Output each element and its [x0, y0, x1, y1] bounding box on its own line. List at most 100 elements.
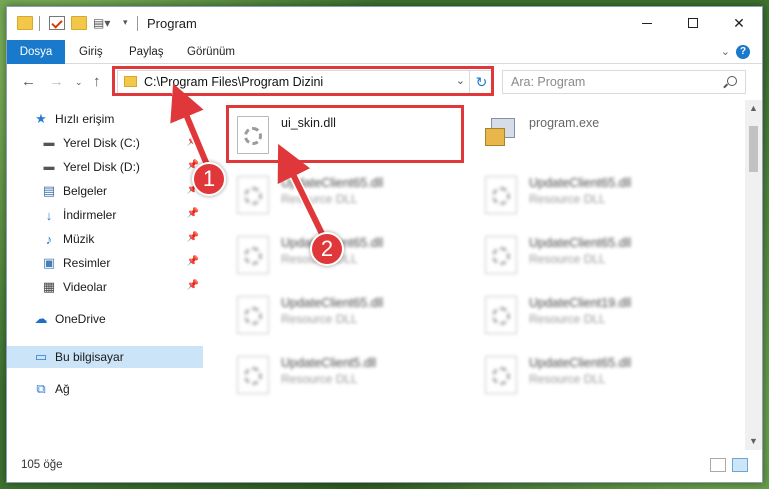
new-folder-icon[interactable]: [71, 16, 87, 30]
file-name: UpdateClient65.dll: [529, 176, 632, 190]
file-name: UpdateClient5.dll: [281, 356, 377, 370]
minimize-button[interactable]: [624, 7, 670, 39]
customize-toolbar-chevron-icon[interactable]: ▾: [123, 17, 128, 28]
sidebar-item-quick-access[interactable]: ★ Hızlı erişim: [7, 108, 203, 130]
download-icon: ↓: [45, 207, 53, 223]
sidebar-item-this-pc[interactable]: ▭ Bu bilgisayar: [7, 346, 203, 368]
forward-arrow-icon[interactable]: →: [49, 73, 64, 90]
dll-file-icon: [237, 236, 269, 274]
gear-icon: [244, 367, 262, 385]
quick-access-toolbar-icon[interactable]: ▤▾: [93, 16, 110, 30]
file-item[interactable]: UpdateClient65.dll Resource DLL: [479, 228, 715, 282]
large-icons-view-icon[interactable]: [732, 458, 748, 472]
scroll-up-arrow-icon[interactable]: ▲: [745, 100, 762, 117]
gear-icon: [492, 367, 510, 385]
sidebar-item-onedrive[interactable]: ☁ OneDrive: [7, 308, 203, 330]
address-bar-highlight: [112, 66, 494, 96]
sidebar-item-label: Bu bilgisayar: [55, 350, 124, 364]
gear-icon: [492, 247, 510, 265]
file-item[interactable]: UpdateClient65.dll Resource DLL: [231, 228, 467, 282]
folder-icon: [17, 16, 33, 30]
minimize-icon: [642, 22, 652, 24]
search-icon[interactable]: [727, 76, 737, 86]
sidebar-item-label: İndirmeler: [63, 208, 117, 222]
properties-icon[interactable]: [49, 16, 65, 30]
sidebar-item-local-disk-c[interactable]: ▬ Yerel Disk (C:) 📌: [7, 132, 203, 154]
up-arrow-icon[interactable]: ↑: [93, 73, 101, 90]
file-name: UpdateClient65.dll: [529, 236, 632, 250]
file-type: Resource DLL: [529, 192, 606, 206]
help-button[interactable]: ?: [736, 45, 750, 59]
video-icon: ▦: [42, 279, 56, 294]
file-name: UpdateClient19.dll: [529, 296, 632, 310]
separator: [137, 16, 138, 31]
file-item[interactable]: UpdateClient19.dll Resource DLL: [479, 288, 715, 342]
file-item[interactable]: UpdateClient65.dll Resource DLL: [231, 288, 467, 342]
dll-file-icon: [237, 356, 269, 394]
window-title: Program: [147, 16, 197, 31]
gear-icon: [492, 307, 510, 325]
search-box[interactable]: Ara: Program: [502, 70, 746, 94]
sidebar-item-label: Belgeler: [63, 184, 108, 198]
cloud-icon: ☁: [34, 311, 48, 326]
recent-locations-chevron-icon[interactable]: ⌄: [75, 77, 83, 88]
file-name: UpdateClient65.dll: [281, 176, 384, 190]
close-icon: ✕: [733, 14, 745, 31]
file-item[interactable]: UpdateClient5.dll Resource DLL: [231, 348, 467, 402]
exe-file-icon: [485, 116, 519, 150]
gear-icon: [492, 187, 510, 205]
drive-icon: ▬: [43, 137, 55, 149]
expand-ribbon-chevron-icon[interactable]: ⌄: [721, 45, 730, 58]
gear-icon: [244, 247, 262, 265]
file-item[interactable]: UpdateClient65.dll Resource DLL: [231, 168, 467, 222]
step-1-callout: 1: [192, 162, 226, 196]
file-type: Resource DLL: [529, 252, 606, 266]
file-item[interactable]: UpdateClient65.dll Resource DLL: [479, 348, 715, 402]
scrollbar-thumb[interactable]: [749, 126, 758, 172]
gear-icon: [244, 187, 262, 205]
dll-file-icon: [237, 176, 269, 214]
sidebar-item-pictures[interactable]: ▣ Resimler 📌: [7, 252, 203, 274]
title-bar: ▤▾ ▾ Program ✕: [7, 7, 762, 40]
documents-icon: ▤: [42, 183, 56, 198]
tab-view[interactable]: Görünüm: [187, 40, 235, 64]
network-icon: ⧉: [36, 381, 46, 396]
close-button[interactable]: ✕: [716, 7, 762, 39]
pictures-icon: ▣: [42, 255, 56, 270]
file-name: UpdateClient65.dll: [529, 356, 632, 370]
sidebar-item-network[interactable]: ⧉ Ağ: [7, 378, 203, 400]
pin-icon: 📌: [186, 136, 199, 147]
sidebar-item-music[interactable]: ♪ Müzik 📌: [7, 228, 203, 250]
dll-file-icon: [485, 236, 517, 274]
item-count: 105 öğe: [21, 459, 63, 471]
file-highlight: [226, 105, 464, 163]
computer-icon: ▭: [34, 349, 48, 364]
scroll-down-arrow-icon[interactable]: ▼: [745, 433, 762, 450]
search-input[interactable]: Ara: Program: [511, 75, 585, 89]
dll-file-icon: [485, 176, 517, 214]
sidebar-item-label: Müzik: [63, 232, 95, 246]
sidebar-item-label: Resimler: [63, 256, 111, 270]
file-item-program-exe[interactable]: program.exe: [479, 108, 715, 162]
sidebar-item-downloads[interactable]: ↓ İndirmeler 📌: [7, 204, 203, 226]
status-bar: 105 öğe: [7, 450, 762, 482]
sidebar-item-label: Hızlı erişim: [55, 112, 115, 126]
details-view-icon[interactable]: [710, 458, 726, 472]
tab-share[interactable]: Paylaş: [129, 40, 164, 64]
step-2-callout: 2: [310, 232, 344, 266]
dll-file-icon: [485, 296, 517, 334]
file-type: Resource DLL: [281, 192, 358, 206]
file-item[interactable]: UpdateClient65.dll Resource DLL: [479, 168, 715, 222]
file-type: Resource DLL: [529, 312, 606, 326]
sidebar-item-videos[interactable]: ▦ Videolar 📌: [7, 276, 203, 298]
separator: [39, 16, 40, 31]
back-arrow-icon[interactable]: ←: [21, 73, 36, 90]
tab-home[interactable]: Giriş: [79, 40, 103, 64]
navigation-pane: ★ Hızlı erişim ▬ Yerel Disk (C:) 📌 ▬ Yer…: [7, 100, 203, 450]
vertical-scrollbar[interactable]: ▲ ▼: [745, 100, 762, 450]
dll-file-icon: [237, 296, 269, 334]
sidebar-item-local-disk-d[interactable]: ▬ Yerel Disk (D:) 📌: [7, 156, 203, 178]
sidebar-item-documents[interactable]: ▤ Belgeler 📌: [7, 180, 203, 202]
sidebar-item-label: Yerel Disk (D:): [63, 160, 140, 174]
maximize-button[interactable]: [670, 7, 716, 39]
